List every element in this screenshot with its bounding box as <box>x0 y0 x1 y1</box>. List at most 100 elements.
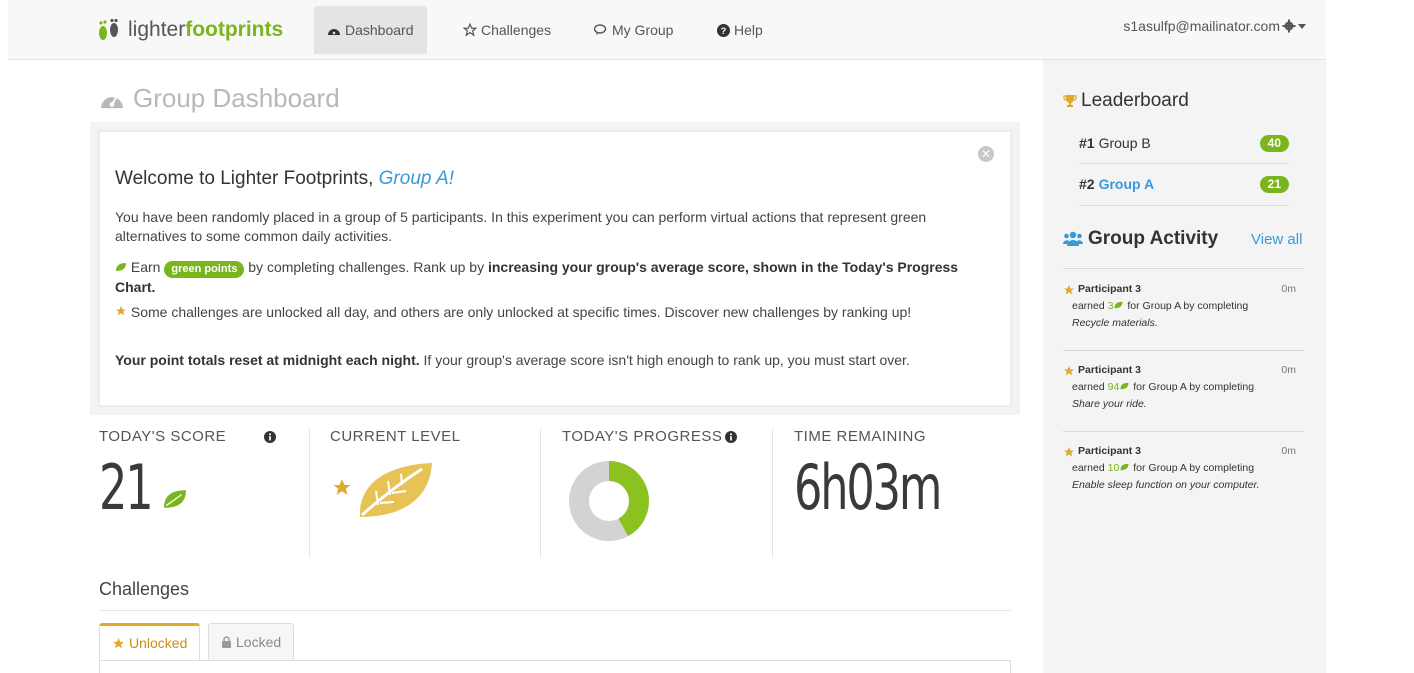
leaf-icon <box>116 263 126 271</box>
leaderboard-row: #1 Group B 40 <box>1079 123 1289 163</box>
nav-my-group[interactable]: My Group <box>581 6 686 54</box>
brand-light-text: lighter <box>128 18 186 41</box>
metric-divider <box>540 428 541 558</box>
star-outline-icon <box>463 23 477 37</box>
leaf-icon <box>163 490 186 508</box>
leaderboard-divider <box>1079 205 1289 206</box>
brand-logo[interactable]: lighter footprints <box>96 16 283 44</box>
activity-header: Participant 3 0m <box>1063 281 1304 298</box>
info-icon[interactable] <box>264 430 277 443</box>
star-icon <box>116 306 126 316</box>
star-icon <box>1064 284 1074 294</box>
activity-detail: earned 10 for Group A by completing <box>1063 460 1304 477</box>
leaderboard-rank: #2 <box>1079 176 1095 192</box>
user-menu[interactable]: s1asulfp@mailinator.com <box>1123 18 1306 34</box>
welcome-para-4-bold: Your point totals reset at midnight each… <box>115 352 420 368</box>
activity-header: Participant 3 0m <box>1063 443 1304 460</box>
activity-detail: earned 94 for Group A by completing <box>1063 379 1304 396</box>
activity-earned: earned <box>1072 462 1105 474</box>
welcome-para-4-rest: If your group's average score isn't high… <box>423 352 910 368</box>
level-badge-icon <box>333 463 432 517</box>
page-title: Group Dashboard <box>99 83 340 114</box>
activity-detail: earned 3 for Group A by completing <box>1063 298 1304 315</box>
activity-challenge: Share your ride. <box>1072 398 1147 410</box>
activity-time: 0m <box>1281 283 1296 295</box>
metric-score: TODAY'S SCORE 21 <box>99 428 289 558</box>
welcome-panel: ✕ Welcome to Lighter Footprints, Group A… <box>99 131 1011 406</box>
metric-time: TIME REMAINING 6h03m <box>794 428 1004 558</box>
activity-divider <box>1063 350 1304 351</box>
star-icon <box>113 637 124 648</box>
progress-label-row: TODAY'S PROGRESS <box>562 428 762 445</box>
activity-time: 0m <box>1281 364 1296 376</box>
nav-my-group-label: My Group <box>612 22 674 38</box>
leaderboard-group-name[interactable]: Group A <box>1099 176 1154 192</box>
tab-unlocked-label: Unlocked <box>129 635 188 651</box>
activity-time: 0m <box>1281 445 1296 457</box>
welcome-para-3-text: Some challenges are unlocked all day, an… <box>130 304 912 320</box>
welcome-para-1: You have been randomly placed in a group… <box>115 209 927 244</box>
welcome-para-4: Your point totals reset at midnight each… <box>115 351 995 370</box>
activity-earned: earned <box>1072 381 1105 393</box>
star-icon <box>1064 365 1074 375</box>
metric-progress: TODAY'S PROGRESS <box>562 428 762 558</box>
star-icon <box>1064 446 1074 456</box>
nav-help[interactable]: ? Help <box>704 6 776 54</box>
leaderboard-group-name: Group B <box>1098 135 1151 151</box>
progress-label: TODAY'S PROGRESS <box>562 428 723 445</box>
users-icon <box>1063 231 1083 246</box>
leaderboard-row: #2 Group A 21 <box>1079 164 1289 204</box>
challenges-divider <box>99 610 1011 611</box>
gear-icon <box>1282 19 1296 33</box>
nav-challenges[interactable]: Challenges <box>450 6 564 54</box>
activity-earned: earned <box>1072 300 1105 312</box>
caret-down-icon <box>1298 24 1306 29</box>
nav-help-label: Help <box>734 22 763 38</box>
activity-for: for Group A by completing <box>1133 462 1255 474</box>
activity-points: 94 <box>1107 381 1120 393</box>
nav-dashboard[interactable]: Dashboard <box>314 6 427 54</box>
welcome-heading: Welcome to Lighter Footprints, Group A! <box>115 168 454 190</box>
leaf-icon <box>1120 382 1129 390</box>
challenges-tab-panel <box>99 660 1011 673</box>
score-label-row: TODAY'S SCORE <box>99 428 289 445</box>
trophy-icon <box>1063 95 1077 107</box>
leaderboard-score-badge: 40 <box>1259 134 1289 152</box>
info-icon[interactable] <box>725 430 738 443</box>
activity-points: 10 <box>1107 462 1120 474</box>
activity-item: Participant 3 0m earned 3 for Group A by… <box>1063 281 1304 332</box>
activity-divider <box>1063 431 1304 432</box>
welcome-heading-prefix: Welcome to Lighter Footprints, <box>115 168 379 189</box>
green-points-pill: green points <box>164 261 245 278</box>
comments-icon <box>594 24 607 35</box>
tab-unlocked[interactable]: Unlocked <box>99 623 201 661</box>
tab-locked[interactable]: Locked <box>208 623 295 661</box>
nav-dashboard-label: Dashboard <box>345 22 414 38</box>
challenges-heading: Challenges <box>99 579 190 599</box>
activity-for: for Group A by completing <box>1133 381 1255 393</box>
score-value: 21 <box>99 451 154 524</box>
activity-challenge: Enable sleep function on your computer. <box>1072 479 1260 491</box>
view-all-link[interactable]: View all <box>1251 231 1302 248</box>
metric-divider <box>772 428 773 558</box>
lock-icon <box>222 636 231 648</box>
score-label: TODAY'S SCORE <box>99 428 227 445</box>
close-icon[interactable]: ✕ <box>978 146 994 162</box>
activity-participant: Participant 3 <box>1078 283 1142 295</box>
earn-text: Earn <box>130 259 161 275</box>
leaderboard-rank: #1 <box>1079 135 1095 151</box>
earn-rest: by completing challenges. Rank up by <box>248 259 485 275</box>
activity-challenge: Recycle materials. <box>1072 317 1158 329</box>
activity-item: Participant 3 0m earned 10 for Group A b… <box>1063 443 1304 494</box>
footprints-icon <box>99 18 118 40</box>
progress-donut-chart <box>569 461 649 541</box>
brand-bold-text: footprints <box>185 18 284 41</box>
welcome-group-name: Group A! <box>378 168 454 189</box>
leaf-icon <box>1114 301 1123 309</box>
nav-challenges-label: Challenges <box>481 22 552 38</box>
activity-participant: Participant 3 <box>1078 445 1142 457</box>
activity-header: Participant 3 0m <box>1063 362 1304 379</box>
group-activity-heading: Group Activity <box>1063 228 1218 250</box>
activity-item: Participant 3 0m earned 94 for Group A b… <box>1063 362 1304 413</box>
user-email: s1asulfp@mailinator.com <box>1123 18 1280 34</box>
